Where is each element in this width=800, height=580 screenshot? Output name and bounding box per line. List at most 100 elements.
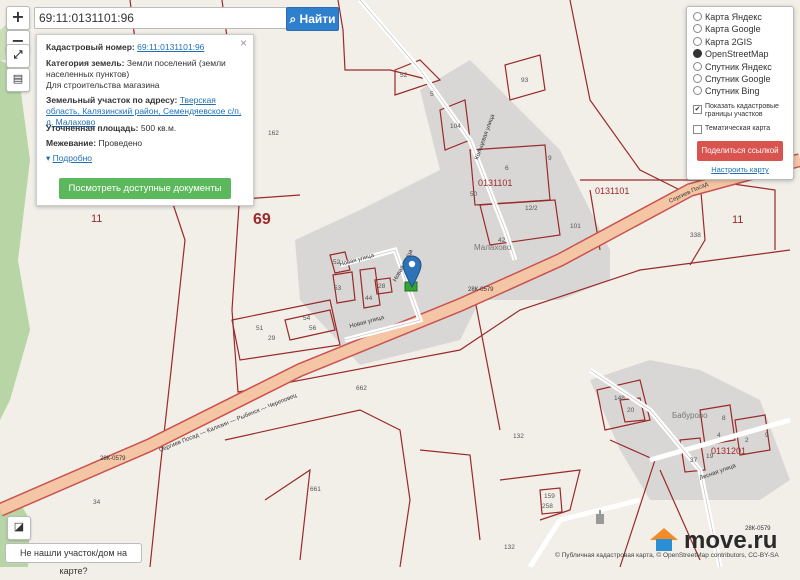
- parcel-label: 56: [309, 325, 317, 332]
- parcel-label: 2: [745, 437, 749, 444]
- more-details-label[interactable]: Подробно: [53, 153, 92, 163]
- land-category-row: Категория земель: Земли поселений (земли…: [46, 58, 246, 80]
- radio-icon[interactable]: [693, 74, 702, 83]
- thematic-map-checkbox[interactable]: [693, 125, 702, 134]
- parcel-label: 148: [614, 395, 625, 402]
- view-documents-button[interactable]: Посмотреть доступные документы: [59, 178, 231, 199]
- layer-option[interactable]: OpenStreetMap: [693, 48, 769, 60]
- parcel-label: 34: [93, 499, 101, 506]
- land-category-label: Категория земель:: [46, 58, 125, 68]
- block-label: 0131101: [595, 186, 629, 196]
- road-number-label: 28К-0579: [100, 456, 126, 462]
- more-details-link[interactable]: ▾ Подробно: [46, 153, 246, 164]
- parcel-info-card: × Кадастровый номер: 69:11:0131101:96 Ка…: [36, 34, 254, 206]
- caret-down-icon: ▾: [46, 153, 51, 163]
- parcel-label: 20: [627, 407, 635, 414]
- find-button[interactable]: ⌕ Найти: [286, 7, 339, 31]
- parcel-label: 37: [690, 457, 698, 464]
- area-row: Уточненная площадь: 500 кв.м.: [46, 123, 246, 134]
- parcel-label: 258: [542, 503, 553, 510]
- share-link-button[interactable]: Поделиться ссылкой: [697, 141, 783, 161]
- survey-value: Проведено: [98, 138, 143, 148]
- layer-switcher-panel: Карта Яндекс Карта Google Карта 2GIS OpenSt…: [686, 6, 794, 180]
- parcel-label: 9: [765, 432, 769, 439]
- village-label: Бабурово: [672, 411, 708, 420]
- parcel-label: 662: [356, 385, 367, 392]
- parcel-label: 9: [548, 155, 552, 162]
- parcel-label: 8: [722, 415, 726, 422]
- cadastral-number-label: Кадастровый номер:: [46, 42, 135, 52]
- quarter-label: 11: [91, 213, 102, 225]
- parcel-label: 51: [256, 325, 264, 332]
- land-use-value: Для строительства магазина: [46, 80, 160, 90]
- layer-option[interactable]: Карта 2GIS: [693, 36, 752, 48]
- radio-icon[interactable]: [693, 12, 702, 21]
- configure-map-label[interactable]: Настроить карту: [711, 165, 769, 174]
- parcel-label: 12/2: [525, 205, 538, 212]
- ruler-icon: ⤢: [13, 48, 23, 61]
- zoom-in-button[interactable]: +: [6, 6, 30, 30]
- layer-option-label: Спутник Google: [705, 74, 771, 84]
- parcel-label: 19: [706, 453, 714, 460]
- expand-icon: ◪: [13, 520, 25, 533]
- parcel-label: 28: [378, 283, 386, 290]
- parcel-label: 50: [470, 191, 478, 198]
- layer-option-label: Спутник Яндекс: [705, 61, 772, 72]
- parcel-label: 54: [303, 315, 311, 322]
- not-found-link[interactable]: Не нашли участок/дом на карте?: [5, 543, 142, 576]
- configure-map-link[interactable]: Настроить карту: [687, 165, 793, 174]
- layer-option-label: Карта Google: [705, 24, 761, 35]
- parcel-label: 29: [268, 335, 276, 342]
- search-icon: ⌕: [289, 12, 297, 26]
- show-borders-label: Показать кадастровые границы участков: [705, 103, 779, 118]
- quarter-label: 69: [253, 211, 271, 228]
- parcel-label: 4: [717, 432, 721, 439]
- parcel-label: 101: [570, 223, 581, 230]
- parcel-label: 132: [504, 544, 515, 551]
- block-label: 0131201: [711, 446, 746, 456]
- check-icon: ✔: [694, 106, 701, 113]
- address-label: Земельный участок по адресу:: [46, 95, 178, 105]
- radio-icon[interactable]: [693, 36, 702, 46]
- search-input[interactable]: [34, 7, 288, 29]
- brand-logo-text: move.ru: [684, 527, 778, 554]
- layer-option-label: Карта 2GIS: [705, 36, 753, 47]
- radio-icon[interactable]: [693, 86, 702, 96]
- parcel-label: 104: [450, 123, 461, 130]
- find-button-label: Найти: [299, 12, 336, 26]
- layer-option[interactable]: Спутник Google: [693, 73, 770, 85]
- survey-label: Межевание:: [46, 138, 97, 148]
- survey-row: Межевание: Проведено: [46, 138, 246, 149]
- cadastral-number-link[interactable]: 69:11:0131101:96: [137, 42, 204, 52]
- parcel-label: 132: [513, 433, 524, 440]
- block-label: 0131101: [478, 178, 512, 188]
- fullscreen-button[interactable]: ◪: [7, 516, 31, 540]
- measure-tool-button[interactable]: ⤢: [6, 44, 30, 68]
- quarter-label: 11: [732, 214, 743, 226]
- road-number-label: 28К-0579: [468, 287, 494, 293]
- layer-option-label: Спутник Bing: [705, 86, 760, 97]
- parcel-label: 661: [310, 486, 321, 493]
- layer-option[interactable]: Спутник Bing: [693, 85, 759, 97]
- area-label: Уточненная площадь:: [46, 123, 139, 133]
- layer-option[interactable]: Спутник Яндекс: [693, 61, 772, 73]
- parcel-label: 53: [334, 285, 342, 292]
- layer-option[interactable]: Карта Яндекс: [693, 11, 762, 23]
- parcel-label: 6: [505, 165, 509, 172]
- radio-icon[interactable]: [693, 49, 702, 59]
- printer-icon: ▤: [12, 72, 24, 85]
- parcel-label: 159: [544, 493, 555, 500]
- print-button[interactable]: ▤: [6, 68, 30, 92]
- parcel-label: 5: [430, 91, 434, 98]
- radio-icon[interactable]: [693, 61, 702, 71]
- show-borders-checkbox[interactable]: ✔: [693, 105, 702, 114]
- layer-option[interactable]: Карта Google: [693, 23, 761, 35]
- parcel-label: 338: [690, 232, 701, 239]
- thematic-map-label: Тематическая карта: [705, 125, 771, 132]
- layer-option-label: Карта Яндекс: [705, 12, 762, 22]
- radio-icon[interactable]: [693, 24, 702, 34]
- layer-option-label: OpenStreetMap: [705, 49, 769, 60]
- parcel-label: 162: [268, 130, 279, 137]
- village-label: Малахово: [474, 243, 512, 252]
- parcel-label: 52: [400, 72, 408, 79]
